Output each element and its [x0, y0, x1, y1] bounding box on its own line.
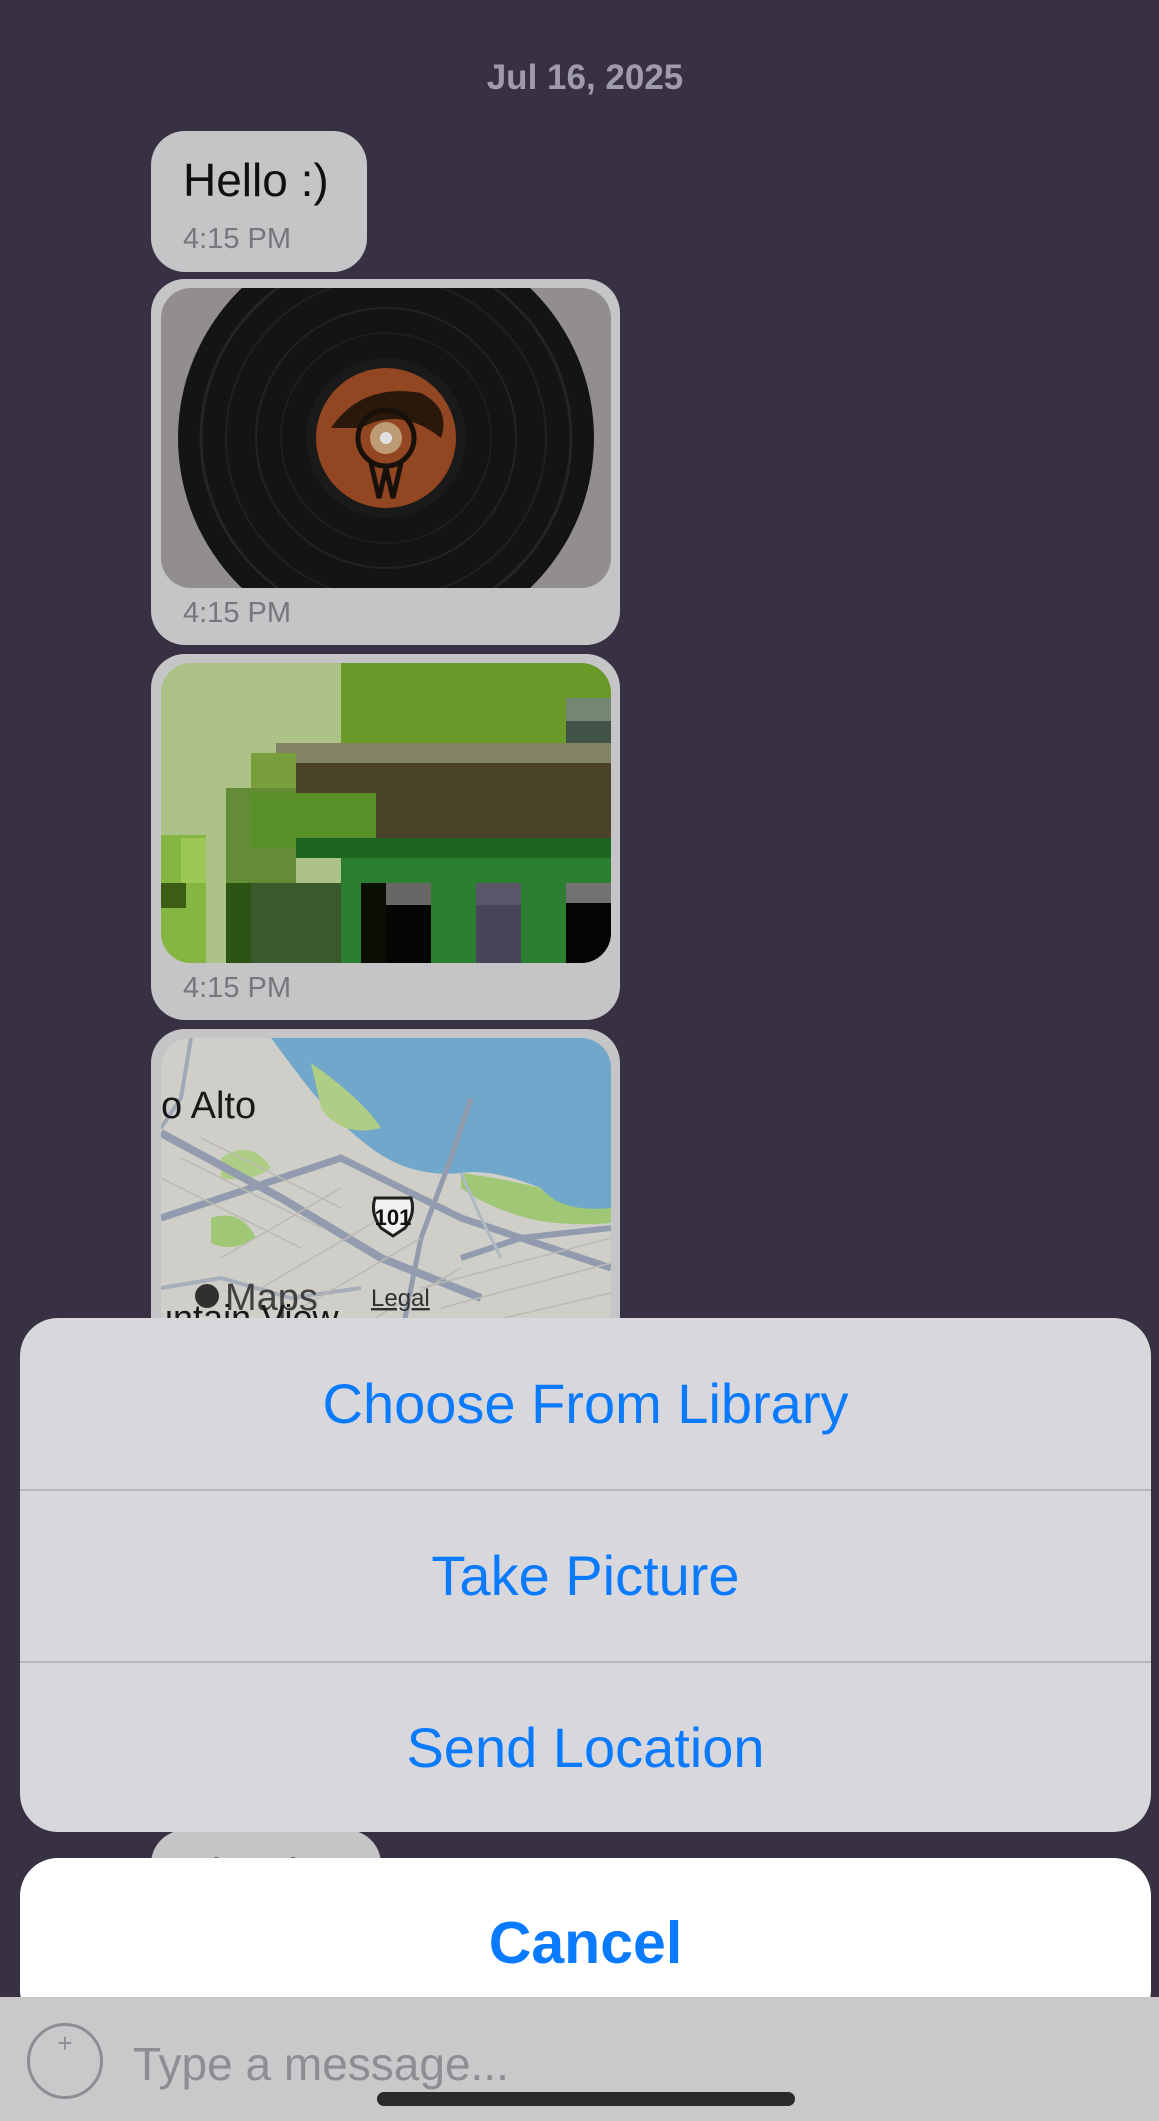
- plus-icon: +: [57, 2028, 73, 2058]
- home-indicator: [377, 2092, 795, 2106]
- action-sheet: Choose From Library Take Picture Send Lo…: [20, 1318, 1151, 1832]
- add-attachment-button[interactable]: +: [27, 2023, 103, 2099]
- choose-from-library-button[interactable]: Choose From Library: [20, 1318, 1151, 1489]
- message-input[interactable]: [133, 2037, 1033, 2091]
- chat-screen: Jul 16, 2025 Hello :) 4:15 PM 4:15 PM 4:…: [0, 0, 1159, 2121]
- send-location-button[interactable]: Send Location: [20, 1662, 1151, 1832]
- take-picture-button[interactable]: Take Picture: [20, 1490, 1151, 1661]
